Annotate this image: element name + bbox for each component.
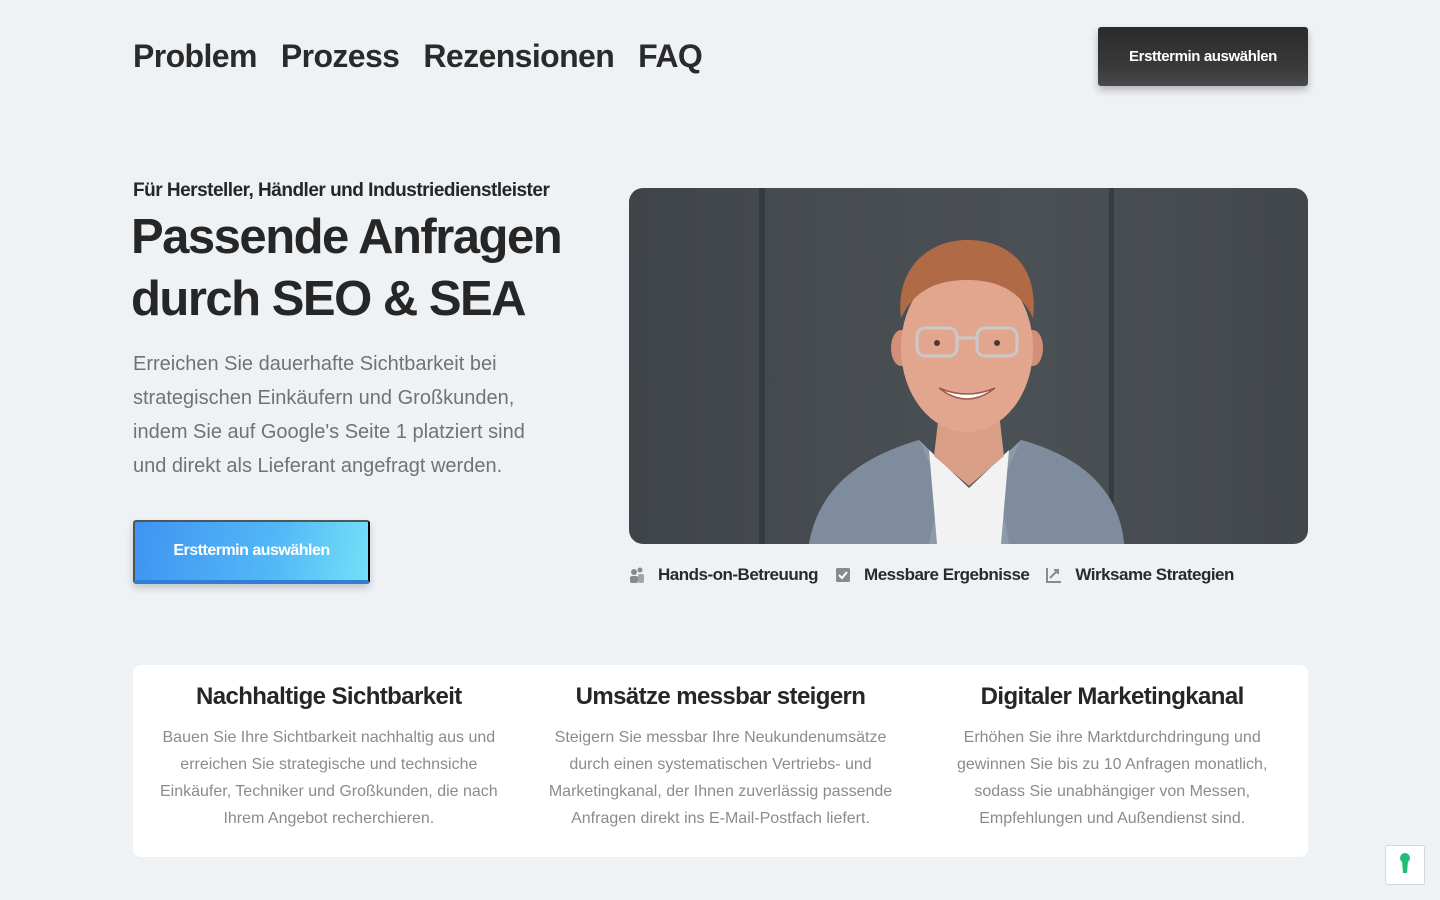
trend-up-icon bbox=[1045, 566, 1063, 584]
benefits-panel: Nachhaltige Sichtbarkeit Bauen Sie Ihre … bbox=[133, 665, 1308, 857]
benefit-card-text: Erhöhen Sie ihre Marktdurchdringung und … bbox=[956, 729, 1268, 827]
privacy-settings-button[interactable] bbox=[1385, 845, 1425, 885]
benefit-card-title: Nachhaltige Sichtbarkeit bbox=[195, 683, 462, 710]
feature-item: Messbare Ergebnisse bbox=[834, 565, 1030, 585]
hero-headline: Passende Anfragen durch SEO & SEA bbox=[131, 210, 563, 326]
hero-eyebrow: Für Hersteller, Händler und Industriedie… bbox=[133, 180, 550, 201]
feature-label: Hands-on-Betreuung bbox=[658, 565, 819, 584]
nav-item-faq[interactable]: FAQ bbox=[638, 38, 703, 75]
feature-item: Hands-on-Betreuung bbox=[628, 565, 819, 585]
hero-lead-text: Erreichen Sie dauerhafte Sichtbarkeit be… bbox=[133, 353, 525, 477]
benefit-card: Umsätze messbar steigern Steigern Sie me… bbox=[525, 665, 917, 857]
portrait-illustration bbox=[759, 188, 1124, 544]
main-nav: Problem Prozess Rezensionen FAQ bbox=[133, 38, 703, 75]
nav-item-rezensionen[interactable]: Rezensionen bbox=[423, 38, 614, 75]
feature-item: Wirksame Strategien bbox=[1045, 565, 1234, 585]
keyhole-icon bbox=[1399, 852, 1411, 879]
nav-item-prozess[interactable]: Prozess bbox=[281, 38, 400, 75]
benefit-card-text: Steigern Sie messbar Ihre Neukundenumsät… bbox=[548, 729, 893, 827]
nav-item-problem[interactable]: Problem bbox=[133, 38, 257, 75]
feature-label: Messbare Ergebnisse bbox=[864, 565, 1030, 584]
checkbox-icon bbox=[834, 566, 852, 584]
hero-portrait-image bbox=[629, 188, 1308, 544]
benefit-card-text: Bauen Sie Ihre Sichtbarkeit nachhaltig a… bbox=[159, 729, 498, 827]
hero-appointment-button[interactable]: Ersttermin auswählen bbox=[133, 520, 370, 584]
benefit-card: Nachhaltige Sichtbarkeit Bauen Sie Ihre … bbox=[133, 665, 525, 857]
benefit-card: Digitaler Marketingkanal Erhöhen Sie ihr… bbox=[916, 665, 1308, 857]
benefit-card-title: Digitaler Marketingkanal bbox=[980, 683, 1245, 710]
people-icon bbox=[628, 566, 646, 584]
header-appointment-button[interactable]: Ersttermin auswählen bbox=[1098, 27, 1308, 86]
feature-list: Hands-on-Betreuung Messbare Ergebnisse W… bbox=[628, 565, 1250, 585]
benefit-card-title: Umsätze messbar steigern bbox=[575, 683, 866, 710]
feature-label: Wirksame Strategien bbox=[1075, 565, 1234, 584]
